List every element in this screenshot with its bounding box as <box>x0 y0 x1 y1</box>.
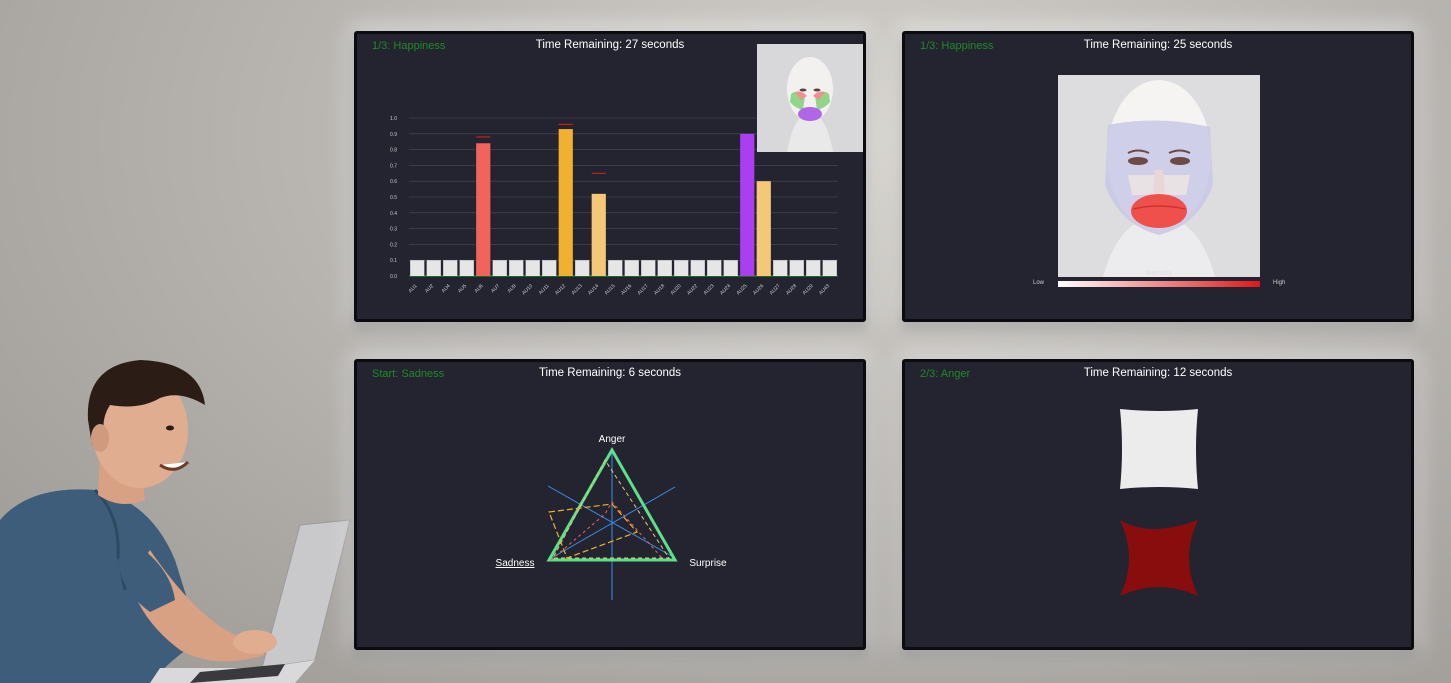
bar-au14 <box>591 193 606 276</box>
bar-au43 <box>822 260 837 276</box>
x-tick-label: AU25 <box>736 283 749 296</box>
x-tick-label: AU15 <box>604 283 617 296</box>
bar-au18 <box>657 260 672 276</box>
bar-au20 <box>674 260 689 276</box>
bar-au17 <box>641 260 656 276</box>
bar-au12 <box>558 129 573 276</box>
x-tick-label: AU23 <box>703 283 716 296</box>
bar-au7 <box>492 260 507 276</box>
bar-au10 <box>525 260 540 276</box>
panel-intensity-heatmap: 1/3: Happiness Time Remaining: 25 second… <box>902 31 1414 322</box>
bar-au2 <box>426 260 441 276</box>
panel-au-bar-chart: 1/3: Happiness Time Remaining: 27 second… <box>354 31 866 322</box>
x-tick-label: AU12 <box>554 283 567 296</box>
x-tick-label: AU26 <box>752 283 765 296</box>
x-tick-label: AU6 <box>474 283 485 294</box>
x-tick-label: AU1 <box>408 283 419 294</box>
x-tick-label: AU10 <box>521 283 534 296</box>
bar-au28 <box>789 260 804 276</box>
x-tick-label: AU14 <box>587 283 600 296</box>
shape-stimuli <box>1120 409 1198 596</box>
x-tick-label: AU29 <box>802 283 815 296</box>
x-tick-label: AU43 <box>818 283 831 296</box>
x-tick-label: AU13 <box>571 283 584 296</box>
bar-au25 <box>740 133 755 276</box>
y-tick-label: 0.1 <box>390 258 397 264</box>
x-tick-label: AU28 <box>785 283 798 296</box>
y-tick-label: 0.7 <box>390 163 397 169</box>
face-thumbnail-image <box>757 44 863 152</box>
x-tick-label: AU17 <box>637 283 650 296</box>
y-tick-label: 0.6 <box>390 179 397 185</box>
bar-au26 <box>756 181 771 276</box>
radar-axis-surprise: Surprise <box>689 558 727 569</box>
face-heatmap-image <box>1058 75 1260 277</box>
intensity-title: Intensity <box>1145 270 1173 277</box>
bar-au11 <box>542 260 557 276</box>
y-tick-label: 0.2 <box>390 242 397 248</box>
bar-au13 <box>575 260 590 276</box>
intensity-low-label: Low <box>1033 280 1045 286</box>
soft-square-shape <box>1120 409 1198 489</box>
bar-au29 <box>806 260 821 276</box>
bar-au1 <box>410 260 425 276</box>
bar-au4 <box>443 260 458 276</box>
x-tick-label: AU9 <box>507 283 518 294</box>
bar-au16 <box>624 260 639 276</box>
panel-shape-stimuli: 2/3: Anger Time Remaining: 12 seconds <box>902 359 1414 650</box>
bar-au9 <box>509 260 524 276</box>
bar-au22 <box>690 260 705 276</box>
x-tick-label: AU20 <box>670 283 683 296</box>
y-tick-label: 0.0 <box>390 274 397 280</box>
bar-au23 <box>707 260 722 276</box>
radar-axis-sadness: Sadness <box>496 558 535 569</box>
intensity-gradient-bar <box>1058 281 1260 287</box>
y-tick-label: 0.3 <box>390 227 397 233</box>
bar-au24 <box>723 260 738 276</box>
x-tick-label: AU24 <box>719 283 732 296</box>
intensity-high-label: High <box>1273 280 1286 286</box>
four-point-star-shape <box>1120 520 1198 596</box>
x-tick-label: AU18 <box>653 283 666 296</box>
emotion-radar-chart: Anger Sadness Surprise <box>496 434 727 600</box>
x-tick-label: AU5 <box>457 283 468 294</box>
x-tick-label: AU2 <box>424 283 435 294</box>
bar-au15 <box>608 260 623 276</box>
x-tick-label: AU4 <box>441 283 452 294</box>
x-tick-label: AU11 <box>538 283 551 296</box>
person-with-laptop-illustration <box>0 360 351 683</box>
radar-axis-anger: Anger <box>599 434 626 445</box>
panel-emotion-radar: Start: Sadness Time Remaining: 6 seconds… <box>354 359 866 650</box>
y-tick-label: 0.5 <box>390 195 397 201</box>
x-tick-label: AU27 <box>769 283 782 296</box>
bar-au6 <box>476 143 491 276</box>
bar-au27 <box>773 260 788 276</box>
y-tick-label: 1.0 <box>390 116 397 122</box>
time-remaining-label: Time Remaining: 25 seconds <box>1083 39 1233 51</box>
bar-au5 <box>459 260 474 276</box>
x-tick-label: AU16 <box>620 283 633 296</box>
y-tick-label: 0.8 <box>390 148 397 154</box>
x-tick-label: AU7 <box>490 283 501 294</box>
x-tick-label: AU22 <box>686 283 699 296</box>
y-tick-label: 0.9 <box>390 132 397 138</box>
y-tick-label: 0.4 <box>390 211 397 217</box>
